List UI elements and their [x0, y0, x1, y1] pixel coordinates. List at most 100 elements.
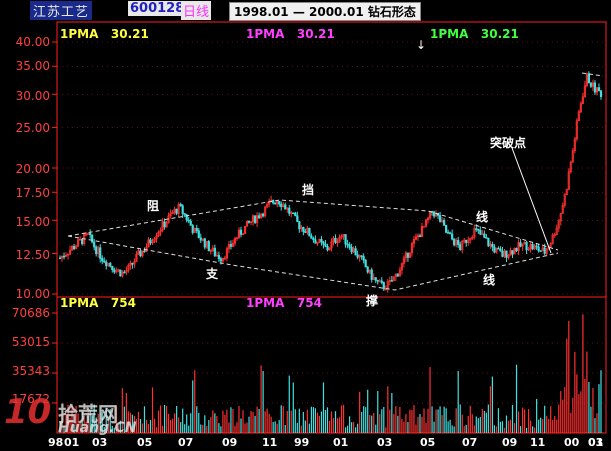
candle-body: [219, 258, 222, 262]
candle-body: [599, 90, 603, 97]
candle-body: [380, 280, 383, 283]
candle-body: [72, 246, 76, 250]
candle-body: [143, 250, 146, 253]
candle-body: [390, 280, 393, 282]
label-zhi: 支: [206, 267, 219, 281]
candle-body: [308, 227, 311, 237]
label-breakout: 突破点: [490, 136, 527, 150]
label-xian-top: 线: [476, 210, 489, 224]
x-tick-label: 07: [178, 436, 194, 449]
x-tick-label: 01: [333, 436, 349, 449]
price-tick: 25.00: [15, 121, 50, 135]
candle-body: [539, 250, 542, 252]
candle-body: [396, 273, 399, 277]
x-tick-label: 99: [294, 436, 310, 449]
candle-body: [475, 228, 478, 230]
candle-body: [356, 254, 359, 258]
x-tick-label: 98: [48, 436, 64, 449]
candle-body: [354, 248, 357, 256]
candle-body: [445, 224, 448, 233]
candle-body: [485, 237, 488, 239]
candle-body: [360, 255, 363, 257]
candle-body: [491, 243, 494, 248]
candle-body: [189, 220, 192, 226]
candle-body: [497, 247, 500, 250]
candle-body: [274, 202, 277, 205]
price-tick: 10.00: [15, 287, 50, 301]
candle-body: [511, 250, 514, 255]
price-tick: 17.50: [15, 186, 50, 200]
candle-body: [95, 246, 98, 255]
candle-body: [447, 232, 450, 234]
candle-body: [501, 250, 504, 257]
x-tick-label: 11: [530, 436, 546, 449]
x-tick-label: 07: [462, 436, 478, 449]
candle-body: [432, 211, 436, 217]
vol-ma-label-1: 1PMA 754: [60, 296, 136, 310]
candle-body: [519, 242, 522, 247]
candle-body: [459, 244, 462, 251]
candle-body: [543, 247, 546, 254]
x-tick-label: 09: [502, 436, 518, 449]
candle-body: [487, 237, 490, 247]
candle-body: [213, 247, 216, 257]
candle-body: [418, 235, 422, 238]
candle-body: [191, 225, 194, 233]
candle-body: [217, 254, 220, 259]
candle-body: [537, 246, 540, 251]
candle-body: [123, 271, 126, 274]
candle-body: [322, 241, 325, 245]
x-tick-label: 05: [137, 436, 153, 449]
candle-body: [479, 230, 482, 235]
candle-body: [103, 260, 106, 263]
candle-body: [253, 215, 257, 223]
candle-body: [175, 208, 178, 214]
candle-body: [505, 250, 508, 258]
volume-tick: 53015: [11, 335, 50, 349]
candle-body: [139, 250, 142, 257]
candle-body: [163, 221, 166, 228]
candle-body: [344, 234, 347, 245]
candle-body: [312, 238, 315, 241]
candle-body: [109, 262, 112, 267]
candle-body: [477, 228, 480, 231]
axes: [52, 21, 607, 434]
breakout-pointer: [511, 147, 552, 254]
candle-body: [99, 247, 102, 259]
candle-body: [346, 243, 349, 246]
candle-body: [284, 204, 287, 210]
candle-body: [453, 238, 456, 246]
candle-body: [89, 233, 92, 236]
candle-body: [199, 237, 202, 241]
candle-body: [370, 269, 373, 280]
candle-body: [493, 246, 496, 253]
candle-body: [296, 215, 299, 222]
candle-body: [465, 239, 468, 243]
candle-body: [181, 205, 184, 214]
candle-body: [304, 231, 307, 233]
candle-body: [324, 243, 327, 247]
candle-body: [525, 241, 528, 251]
stock-chart[interactable]: [0, 0, 611, 451]
x-tick-label: 00: [564, 436, 580, 449]
candle-body: [499, 248, 502, 252]
candle-body: [443, 220, 446, 226]
candle-body: [257, 215, 261, 218]
watermark-logo: 10: [4, 392, 52, 432]
watermark-site: Huang.CN: [58, 420, 137, 436]
label-dang: 挡: [302, 183, 315, 197]
pattern-lines: [67, 72, 604, 291]
price-candles: [58, 71, 603, 293]
chart-frame: [56, 21, 607, 434]
label-zu: 阻: [147, 199, 160, 213]
x-tick-label: 03: [377, 436, 393, 449]
candle-body: [422, 225, 426, 228]
candle-body: [288, 207, 291, 214]
candle-body: [292, 212, 295, 215]
candle-body: [247, 220, 251, 223]
candle-body: [179, 203, 182, 207]
label-cheng: 撑: [366, 294, 379, 308]
candle-body: [93, 241, 96, 248]
candle-body: [587, 73, 591, 84]
candle-body: [131, 262, 134, 265]
